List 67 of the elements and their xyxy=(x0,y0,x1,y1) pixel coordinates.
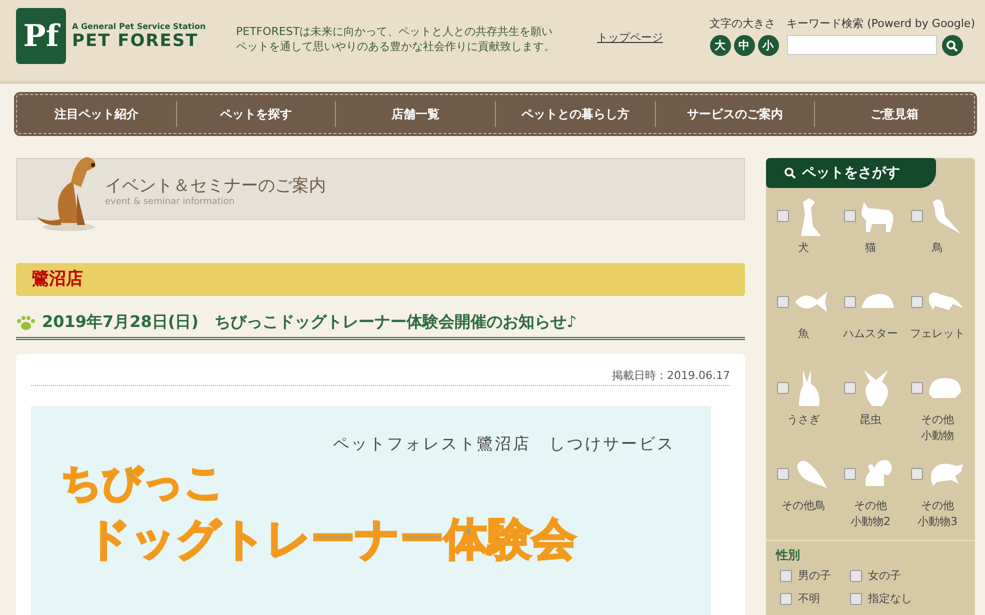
nav-item[interactable]: ご意見箱 xyxy=(814,101,974,127)
checkbox[interactable] xyxy=(910,382,922,394)
section-subtitle: event & seminar information xyxy=(105,197,236,207)
checkbox[interactable] xyxy=(850,592,862,604)
pet-label: 猫 xyxy=(865,240,876,256)
font-size-label: 文字の大きさ xyxy=(710,16,777,31)
pet-label: その他 xyxy=(921,498,954,514)
article-title: 2019年7月28日(日) ちびっこドッグトレーナー体験会開催のお知らせ♪ xyxy=(42,312,577,333)
nav-item[interactable]: 注目ペット紹介 xyxy=(17,101,176,127)
checkbox[interactable] xyxy=(776,296,788,308)
pet-label: その他 xyxy=(921,412,954,428)
logo-mark[interactable]: Pf xyxy=(16,8,66,64)
checkbox[interactable] xyxy=(910,296,922,308)
search-label: キーワード検索 (Powerd by Google) xyxy=(786,16,975,31)
font-size-button[interactable]: 小 xyxy=(758,35,779,56)
section-title: イベント＆セミナーのご案内 xyxy=(105,175,326,197)
checkbox[interactable] xyxy=(776,382,788,394)
nav-item[interactable]: サービスのご案内 xyxy=(654,101,814,127)
panel-heading-text: ペットをさがす xyxy=(802,164,900,182)
gender-option: 男の子 xyxy=(798,568,831,583)
search-icon xyxy=(946,40,958,52)
search-field[interactable] xyxy=(786,35,937,55)
checkbox[interactable] xyxy=(844,296,856,308)
logo-wordmark: PET FOREST xyxy=(72,30,200,50)
nav-item[interactable]: 店舗一覧 xyxy=(335,101,496,127)
top-page-link[interactable]: トップページ xyxy=(597,30,663,45)
flyer-headline: ドッグトレーナー体験会 xyxy=(86,513,577,567)
pet-label: 小動物3 xyxy=(918,514,958,530)
checkbox[interactable] xyxy=(844,210,856,222)
site-description: ペットを通して思いやりのある豊かな社会作りに貢献致します。 xyxy=(236,39,556,54)
search-button[interactable] xyxy=(942,35,963,56)
flyer-subtitle: ペットフォレスト鷺沼店 しつけサービス xyxy=(333,434,675,455)
pet-label: その他鳥 xyxy=(782,498,826,514)
nav-item[interactable]: ペットとの暮らし方 xyxy=(495,101,655,127)
font-size-button[interactable]: 大 xyxy=(710,35,731,56)
pet-label: うさぎ xyxy=(787,412,820,428)
site-description: PETFORESTは未来に向かって、ペットと人との共存共生を願い xyxy=(236,24,554,39)
checkbox[interactable] xyxy=(780,592,792,604)
paw-icon xyxy=(16,314,36,330)
pet-label: フェレット xyxy=(910,326,965,342)
posted-date: 掲載日時：2019.06.17 xyxy=(612,369,730,382)
flyer-headline: ちびっこ xyxy=(61,459,226,508)
gender-option: 不明 xyxy=(798,591,820,606)
nav-item[interactable]: ペットを探す xyxy=(176,101,336,127)
gender-heading: 性別 xyxy=(776,547,801,564)
checkbox[interactable] xyxy=(844,382,856,394)
checkbox[interactable] xyxy=(776,210,788,222)
pet-label: 昆虫 xyxy=(860,412,882,428)
pet-label: 小動物 xyxy=(921,428,954,444)
checkbox[interactable] xyxy=(780,570,792,582)
pet-label: 犬 xyxy=(798,240,809,256)
checkbox[interactable] xyxy=(776,468,788,480)
logo-tagline: A General Pet Service Station xyxy=(72,22,206,30)
pet-label: 魚 xyxy=(798,326,809,342)
font-size-button[interactable]: 中 xyxy=(734,35,755,56)
pet-label: その他 xyxy=(854,498,887,514)
pet-label: 小動物2 xyxy=(850,514,890,530)
gender-option: 指定なし xyxy=(868,591,912,606)
pet-label: 鳥 xyxy=(932,240,943,256)
checkbox[interactable] xyxy=(844,468,856,480)
pet-label: ハムスター xyxy=(843,326,898,342)
checkbox[interactable] xyxy=(850,570,862,582)
search-icon xyxy=(784,167,796,179)
checkbox[interactable] xyxy=(910,468,922,480)
checkbox[interactable] xyxy=(910,210,922,222)
store-heading: 鷺沼店 xyxy=(16,263,745,296)
gender-option: 女の子 xyxy=(868,568,901,583)
